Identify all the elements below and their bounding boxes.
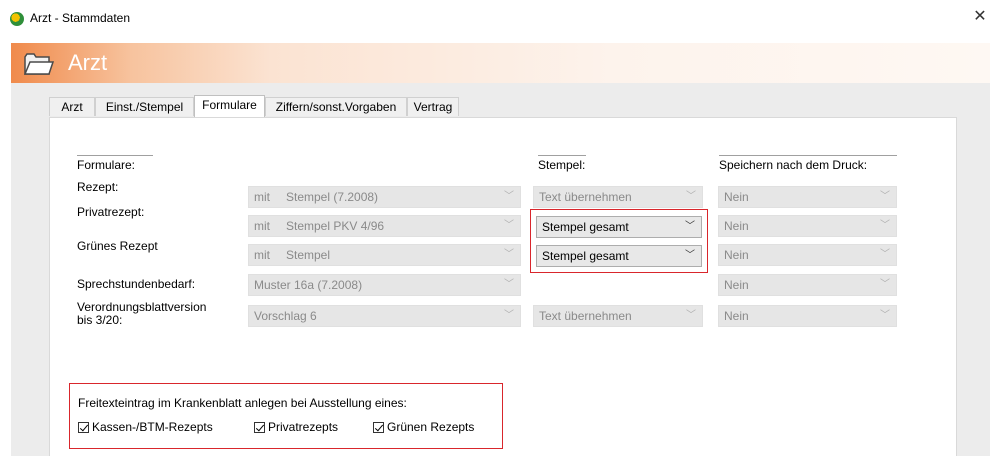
form-value: Vorschlag 6 xyxy=(254,309,317,323)
checkbox-checked-icon[interactable] xyxy=(254,421,265,433)
chevron-down-icon: ﹀ xyxy=(880,220,890,231)
header-band xyxy=(11,43,990,83)
freitext-highlight-box xyxy=(69,383,503,449)
chevron-down-icon: ﹀ xyxy=(504,310,514,321)
verordnungsblatt-stempel-select: Text übernehmen ﹀ xyxy=(533,305,703,327)
sprechstundenbedarf-formular-select: Muster 16a (7.2008) ﹀ xyxy=(248,274,521,296)
checkbox-checked-icon[interactable] xyxy=(373,421,384,433)
verordnungsblatt-formular-select: Vorschlag 6 ﹀ xyxy=(248,305,521,327)
privatrezept-formular-select: mit Stempel PKV 4/96 ﹀ xyxy=(248,215,521,237)
column-header-speichern: Speichern nach dem Druck: xyxy=(719,155,897,172)
stempel-highlight-box xyxy=(530,209,708,273)
chevron-down-icon: ﹀ xyxy=(504,191,514,202)
row-label-sprechstundenbedarf: Sprechstundenbedarf: xyxy=(77,277,196,291)
tab-arzt[interactable]: Arzt xyxy=(49,97,95,116)
chevron-down-icon: ﹀ xyxy=(880,310,890,321)
chevron-down-icon: ﹀ xyxy=(880,191,890,202)
title-bar: Arzt - Stammdaten ✕ xyxy=(0,0,999,38)
checkbox-gruenen-rezepts[interactable]: Grünen Rezepts xyxy=(373,420,474,434)
select-value: Text übernehmen xyxy=(539,190,632,204)
rezept-formular-select: mit Stempel (7.2008) ﹀ xyxy=(248,186,521,208)
chevron-down-icon: ﹀ xyxy=(504,220,514,231)
page-title: Arzt xyxy=(68,50,108,75)
form-value: Stempel (7.2008) xyxy=(286,190,379,204)
row-label-verordnungsblattversion: Verordnungsblattversion bis 3/20: xyxy=(77,301,206,327)
checkbox-label: Kassen-/BTM-Rezepts xyxy=(92,420,213,434)
select-value: Nein xyxy=(724,190,749,204)
folder-icon xyxy=(24,53,54,75)
tab-vertrag[interactable]: Vertrag xyxy=(407,97,459,116)
form-value: Muster 16a (7.2008) xyxy=(254,278,363,292)
checkbox-kassen-btm-rezepts[interactable]: Kassen-/BTM-Rezepts xyxy=(78,420,213,434)
select-value: Nein xyxy=(724,278,749,292)
rezept-speichern-select: Nein ﹀ xyxy=(718,186,897,208)
gruenes-rezept-speichern-select: Nein ﹀ xyxy=(718,244,897,266)
form-prefix: mit xyxy=(254,219,270,233)
gruenes-rezept-formular-select: mit Stempel ﹀ xyxy=(248,244,521,266)
chevron-down-icon: ﹀ xyxy=(686,310,696,321)
chevron-down-icon: ﹀ xyxy=(504,279,514,290)
form-value: Stempel PKV 4/96 xyxy=(286,219,385,233)
privatrezept-speichern-select: Nein ﹀ xyxy=(718,215,897,237)
select-value: Nein xyxy=(724,248,749,262)
row-label-privatrezept: Privatrezept: xyxy=(77,205,145,219)
tab-ziffern[interactable]: Ziffern/sonst.Vorgaben xyxy=(265,97,407,116)
tab-einst-stempel[interactable]: Einst./Stempel xyxy=(95,97,194,116)
freitext-caption: Freitexteintrag im Krankenblatt anlegen … xyxy=(78,396,407,410)
checkbox-label: Grünen Rezepts xyxy=(387,420,475,434)
app-icon xyxy=(10,12,24,26)
chevron-down-icon: ﹀ xyxy=(880,249,890,260)
column-header-formulare: Formulare: xyxy=(77,155,153,172)
column-header-stempel: Stempel: xyxy=(538,155,586,172)
checkbox-label: Privatrezepts xyxy=(268,420,339,434)
chevron-down-icon: ﹀ xyxy=(686,191,696,202)
window-title: Arzt - Stammdaten xyxy=(30,11,131,25)
select-value: Text übernehmen xyxy=(539,309,632,323)
close-icon[interactable]: ✕ xyxy=(969,6,991,28)
sprechstundenbedarf-speichern-select: Nein ﹀ xyxy=(718,274,897,296)
row-label-gruenes-rezept: Grünes Rezept xyxy=(77,239,158,253)
select-value: Nein xyxy=(724,309,749,323)
verordnungsblatt-speichern-select: Nein ﹀ xyxy=(718,305,897,327)
form-prefix: mit xyxy=(254,190,270,204)
checkbox-checked-icon[interactable] xyxy=(78,421,89,433)
select-value: Nein xyxy=(724,219,749,233)
chevron-down-icon: ﹀ xyxy=(880,279,890,290)
checkbox-privatrezepts[interactable]: Privatrezepts xyxy=(254,420,338,434)
label-line: bis 3/20: xyxy=(77,313,123,327)
row-label-rezept: Rezept: xyxy=(77,180,119,194)
rezept-stempel-select: Text übernehmen ﹀ xyxy=(533,186,703,208)
form-value: Stempel xyxy=(286,248,331,262)
chevron-down-icon: ﹀ xyxy=(504,249,514,260)
form-prefix: mit xyxy=(254,248,270,262)
tab-formulare[interactable]: Formulare xyxy=(194,95,265,117)
